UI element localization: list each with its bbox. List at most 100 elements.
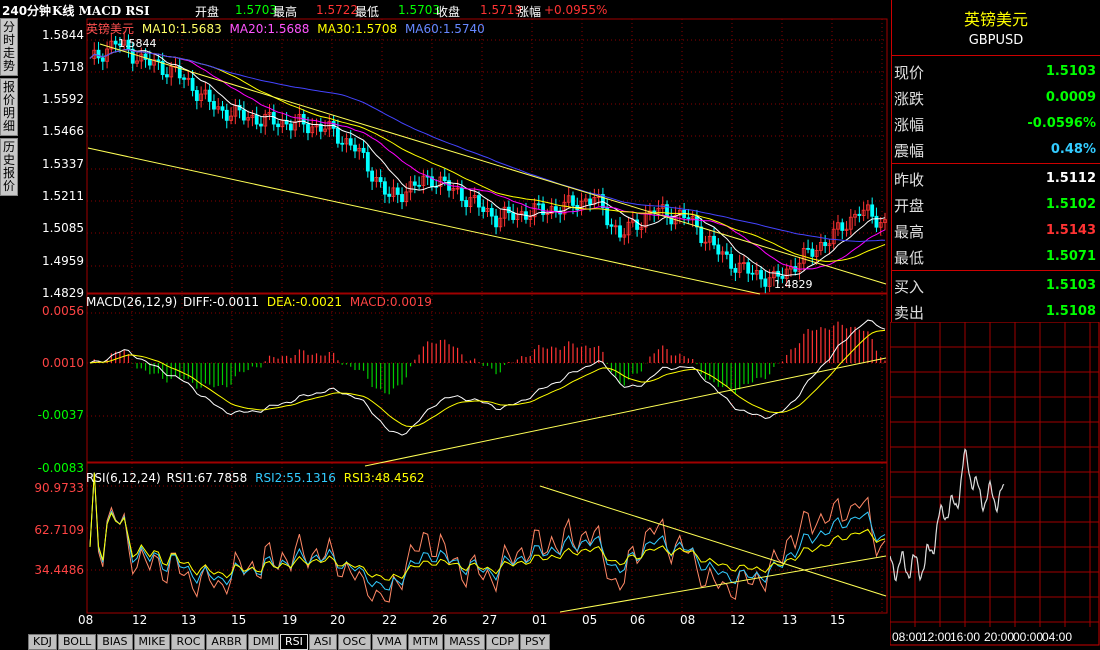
y-tick: 1.5085: [42, 221, 84, 235]
y-tick: 34.4486: [34, 563, 84, 577]
tab-mtm[interactable]: MTM: [407, 634, 444, 650]
ma60-value: 1.5740: [442, 22, 485, 36]
candle-body: [100, 57, 105, 62]
mini-x-tick: 12:00: [921, 630, 951, 644]
quote-row-value: 1.5108: [1045, 304, 1096, 319]
y-tick: 1.5466: [42, 124, 84, 138]
rsi-param: RSI(6,12,24): [86, 471, 161, 485]
y-tick: -0.0083: [37, 461, 84, 475]
rsi-legend: RSI(6,12,24) RSI1:67.7858 RSI2:55.1316 R…: [86, 471, 425, 485]
candle-body: [729, 253, 734, 269]
dea-value: -0.0021: [295, 295, 343, 309]
mini-intraday-chart[interactable]: 08:0012:0016:00 20:0000:0004:00: [890, 322, 1100, 646]
mini-x-tick: 20:00: [984, 630, 1014, 644]
quote-row: 最低 1.5071: [892, 243, 1100, 269]
ma10-value: 1.5683: [179, 22, 222, 36]
tab-arbr[interactable]: ARBR: [206, 634, 247, 650]
candle-body: [806, 247, 810, 250]
macd-param: MACD(26,12,9): [86, 295, 178, 309]
ma20-value: 1.5688: [267, 22, 310, 36]
candle-body: [712, 235, 716, 246]
chart-header: 240分钟 K线 MACD RSI 开盘 1.5703 最高 1.5722 最低…: [0, 0, 890, 19]
candle-body: [489, 208, 494, 217]
candle-body: [481, 206, 486, 212]
main-panel-frame: [86, 18, 888, 294]
x-tick: 13: [181, 613, 197, 627]
ma30-value: 1.5708: [355, 22, 398, 36]
tab-osc[interactable]: OSC: [337, 634, 371, 650]
quote-row: 现价 1.5103: [892, 58, 1100, 84]
candle-body: [378, 177, 383, 183]
x-tick: 13: [782, 613, 798, 627]
quote-row-value: 1.5102: [1045, 197, 1096, 212]
candle-body: [331, 121, 336, 129]
macd-panel-frame: [86, 293, 888, 463]
x-tick: 08: [78, 613, 94, 627]
tab-mass[interactable]: MASS: [444, 634, 486, 650]
candle-body: [288, 123, 293, 131]
x-tick: 26: [432, 613, 448, 627]
candle-body: [733, 267, 738, 273]
candle-body: [571, 195, 575, 206]
candle-body: [750, 272, 755, 275]
x-tick: 22: [382, 613, 398, 627]
quote-row-value: -0.0596%: [1027, 116, 1096, 131]
quote-row-value: 1.5112: [1045, 171, 1096, 186]
candle-body: [348, 138, 353, 146]
tab-roc[interactable]: ROC: [171, 634, 206, 650]
y-tick: 1.5211: [42, 189, 84, 203]
candle-body: [412, 181, 417, 186]
candle-body: [759, 270, 763, 280]
tab-mike[interactable]: MIKE: [133, 634, 171, 650]
divider: [892, 163, 1100, 164]
rsi-y-axis: 90.9733 62.7109 34.4486: [0, 478, 84, 598]
x-tick: 20: [330, 613, 346, 627]
x-tick: 05: [582, 613, 598, 627]
chart-title: K线 MACD RSI: [52, 4, 150, 18]
candle-body: [609, 224, 614, 227]
mini-x-tick: 16:00: [950, 630, 980, 644]
candle-body: [276, 123, 280, 128]
tab-boll[interactable]: BOLL: [57, 634, 97, 650]
y-tick: -0.0037: [37, 408, 84, 422]
mini-x-tick: 08:00: [892, 630, 922, 644]
tab-bias[interactable]: BIAS: [97, 634, 133, 650]
period-label[interactable]: 240分钟: [2, 2, 51, 19]
y-tick: 1.5844: [42, 28, 84, 42]
candle-body: [306, 123, 310, 134]
candle-body: [477, 195, 481, 208]
indicator-tabs: KDJ BOLL BIAS MIKE ROC ARBR DMI RSI ASI OSC VMA MTM…: [28, 630, 551, 650]
tab-cdp[interactable]: CDP: [486, 634, 519, 650]
candle-body: [442, 176, 447, 182]
quote-row: 涨幅 -0.0596%: [892, 110, 1100, 136]
candle-body: [383, 181, 387, 195]
tab-asi[interactable]: ASI: [308, 634, 337, 650]
rsi3-label: RSI3:: [343, 471, 375, 485]
candle-body: [695, 216, 699, 228]
candle-body: [194, 90, 199, 101]
candle-body: [365, 152, 370, 172]
quote-row-label: 涨幅: [894, 116, 925, 134]
candle-body: [395, 187, 400, 195]
tab-vma[interactable]: VMA: [371, 634, 407, 650]
candle-body: [823, 242, 828, 247]
macd-plot: [89, 319, 887, 467]
y-tick: 90.9733: [34, 481, 84, 495]
candle-body: [874, 215, 879, 228]
candle-body: [536, 203, 541, 206]
close-value: 1.5719: [480, 3, 522, 17]
tab-kdj[interactable]: KDJ: [28, 634, 57, 650]
low-value: 1.5703: [398, 3, 440, 17]
x-tick: 06: [630, 613, 646, 627]
tab-dmi[interactable]: DMI: [247, 634, 279, 650]
high-marker: 1.5844: [118, 37, 157, 50]
kline-chart-area[interactable]: [0, 18, 890, 630]
diff-label: DIFF:: [182, 295, 213, 309]
quote-row-label: 现价: [894, 64, 925, 82]
high-value: 1.5722: [316, 3, 358, 17]
candle-body: [353, 144, 357, 152]
tab-rsi[interactable]: RSI: [280, 634, 308, 650]
mini-x-tick: 00:00: [1013, 630, 1043, 644]
tab-psy[interactable]: PSY: [520, 634, 551, 650]
quote-row-label: 昨收: [894, 171, 925, 189]
